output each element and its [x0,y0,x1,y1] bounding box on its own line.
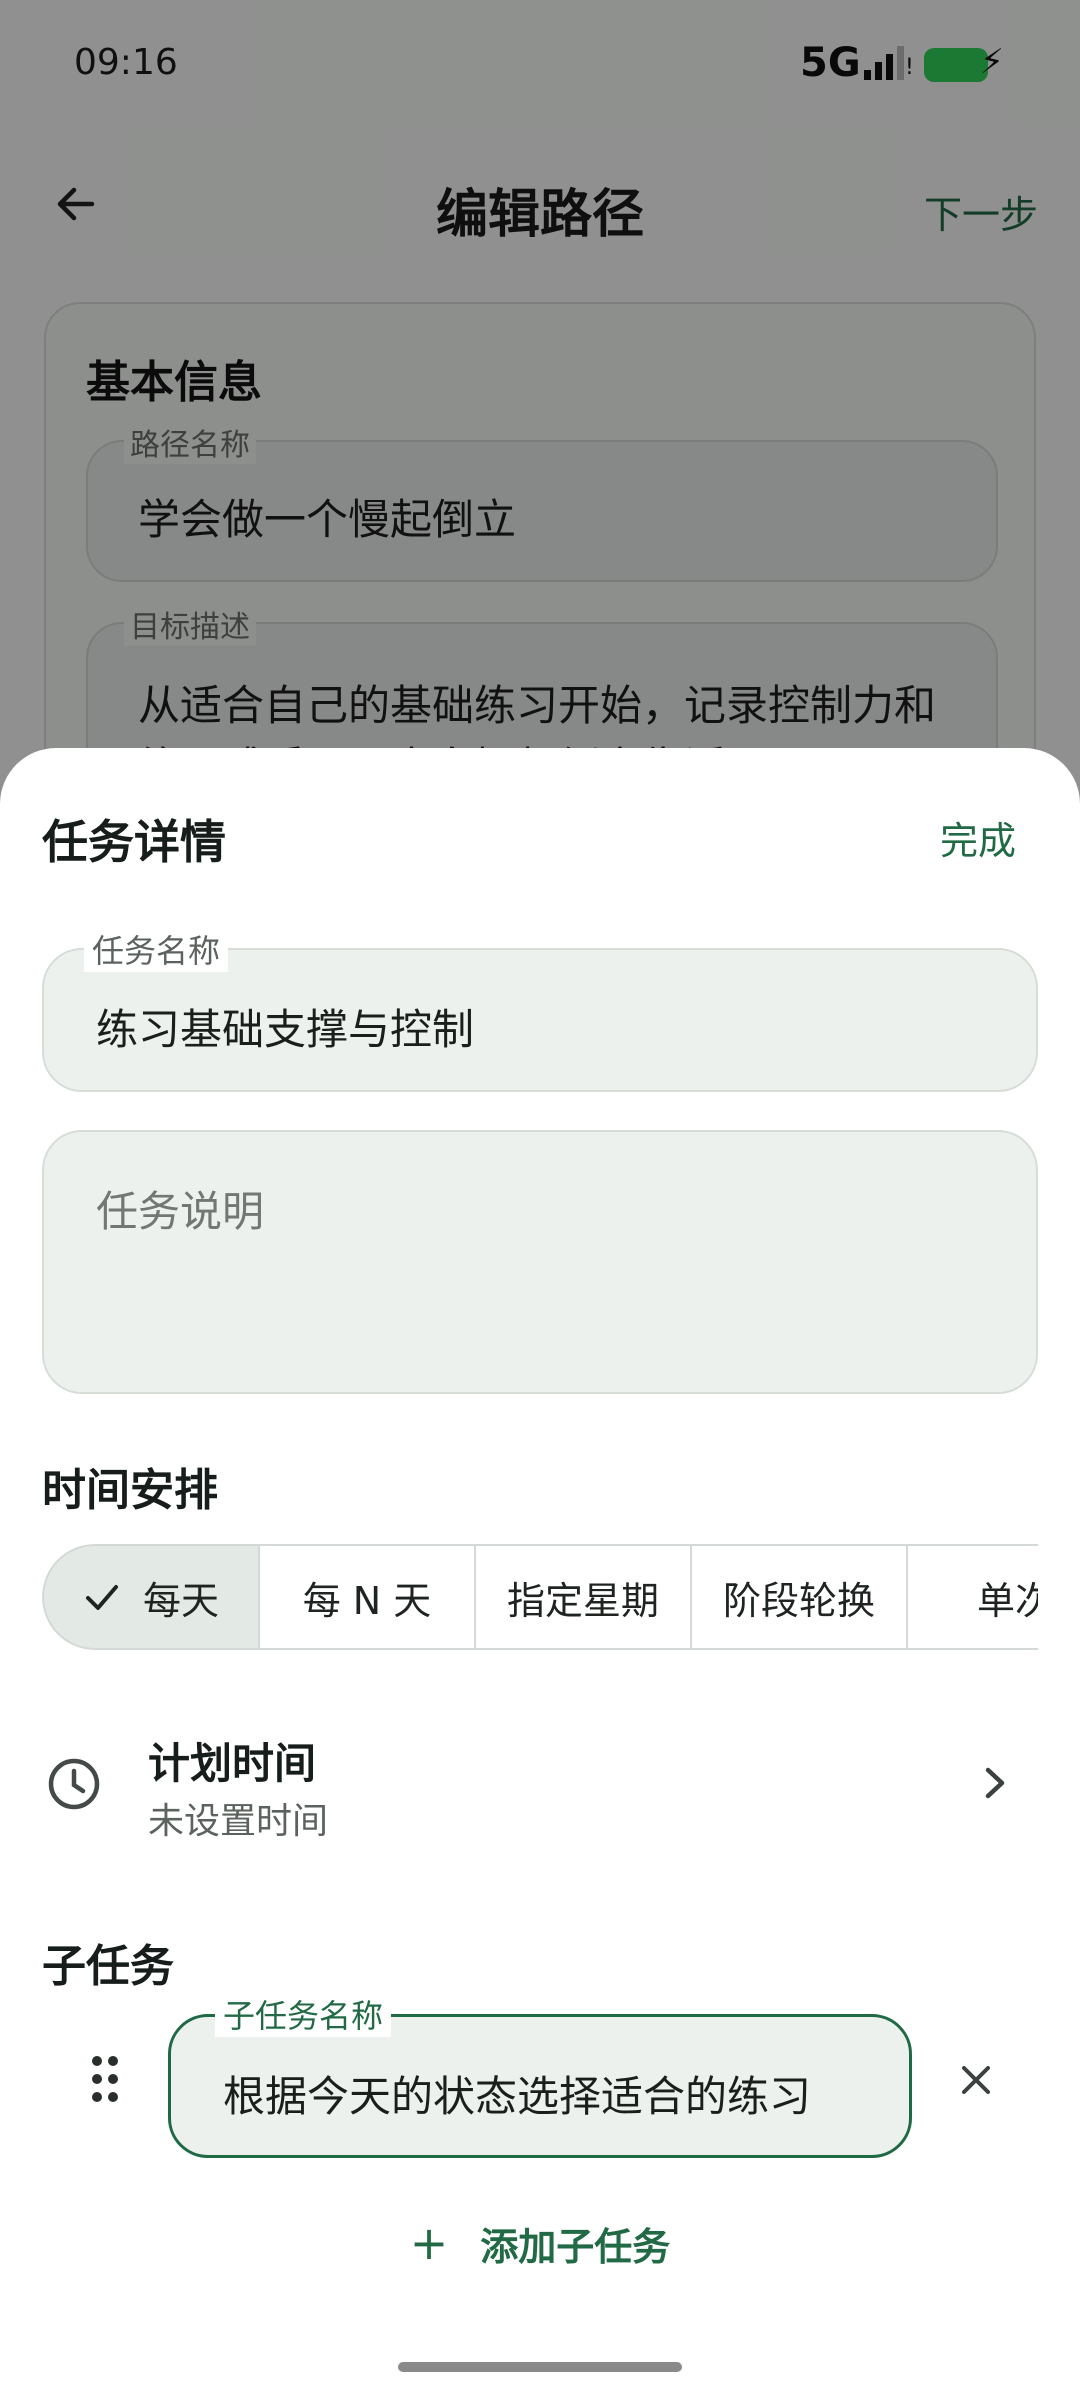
subtask-name-value: 根据今天的状态选择适合的练习 [223,2072,812,2121]
plus-icon: + [409,2216,449,2270]
clock-icon [48,1758,100,1810]
schedule-option-every-n-days[interactable]: 每 N 天 [258,1544,476,1650]
plan-time-value: 未设置时间 [148,1801,329,1842]
done-button[interactable]: 完成 [940,810,1016,865]
schedule-option-label: 每天 [142,1578,219,1623]
task-description-field[interactable]: 任务说明 [42,1130,1038,1394]
task-detail-sheet: 任务详情 完成 任务名称 练习基础支撑与控制 任务说明 时间安排 每天 每 N … [0,748,1080,2400]
remove-subtask-button[interactable] [950,2054,1002,2106]
add-subtask-button[interactable]: + 添加子任务 [0,2198,1080,2288]
edit-path-screen: 09:16 5G ! ⚡ 编辑路径 下一步 基本信息 路径名称 学会做一个慢起倒… [0,0,1080,2400]
schedule-option-label: 阶段轮换 [722,1578,875,1623]
schedule-option-once[interactable]: 单次 [906,1544,1038,1650]
schedule-option-phase-rotation[interactable]: 阶段轮换 [690,1544,908,1650]
subtask-item: 子任务名称 根据今天的状态选择适合的练习 [0,1991,1080,2158]
schedule-option-weekdays[interactable]: 指定星期 [474,1544,692,1650]
subtask-name-field[interactable]: 子任务名称 根据今天的状态选择适合的练习 [168,1991,912,2158]
close-icon [962,2066,990,2094]
subtasks-section-title: 子任务 [42,1941,174,1992]
task-description-placeholder: 任务说明 [96,1187,265,1236]
schedule-type-selector: 每天 每 N 天 指定星期 阶段轮换 单次 [42,1544,1038,1650]
drag-handle-icon[interactable] [88,2052,122,2106]
chevron-right-icon [985,1767,1005,1799]
schedule-option-daily[interactable]: 每天 [42,1544,260,1650]
task-name-label: 任务名称 [84,926,229,972]
plan-time-title: 计划时间 [148,1739,317,1788]
task-name-value: 练习基础支撑与控制 [96,1005,475,1054]
add-subtask-label: 添加子任务 [480,2224,671,2269]
home-indicator[interactable] [398,2362,682,2372]
task-name-field[interactable]: 任务名称 练习基础支撑与控制 [42,926,1038,1092]
sheet-title: 任务详情 [42,815,226,869]
schedule-option-label: 每 N 天 [302,1578,432,1623]
schedule-section-title: 时间安排 [42,1465,218,1516]
schedule-option-label: 单次 [976,1578,1038,1623]
check-icon [83,1578,121,1616]
schedule-option-label: 指定星期 [506,1578,659,1623]
subtask-name-label: 子任务名称 [215,1991,392,2037]
plan-time-row[interactable]: 计划时间 未设置时间 [0,1708,1080,1868]
